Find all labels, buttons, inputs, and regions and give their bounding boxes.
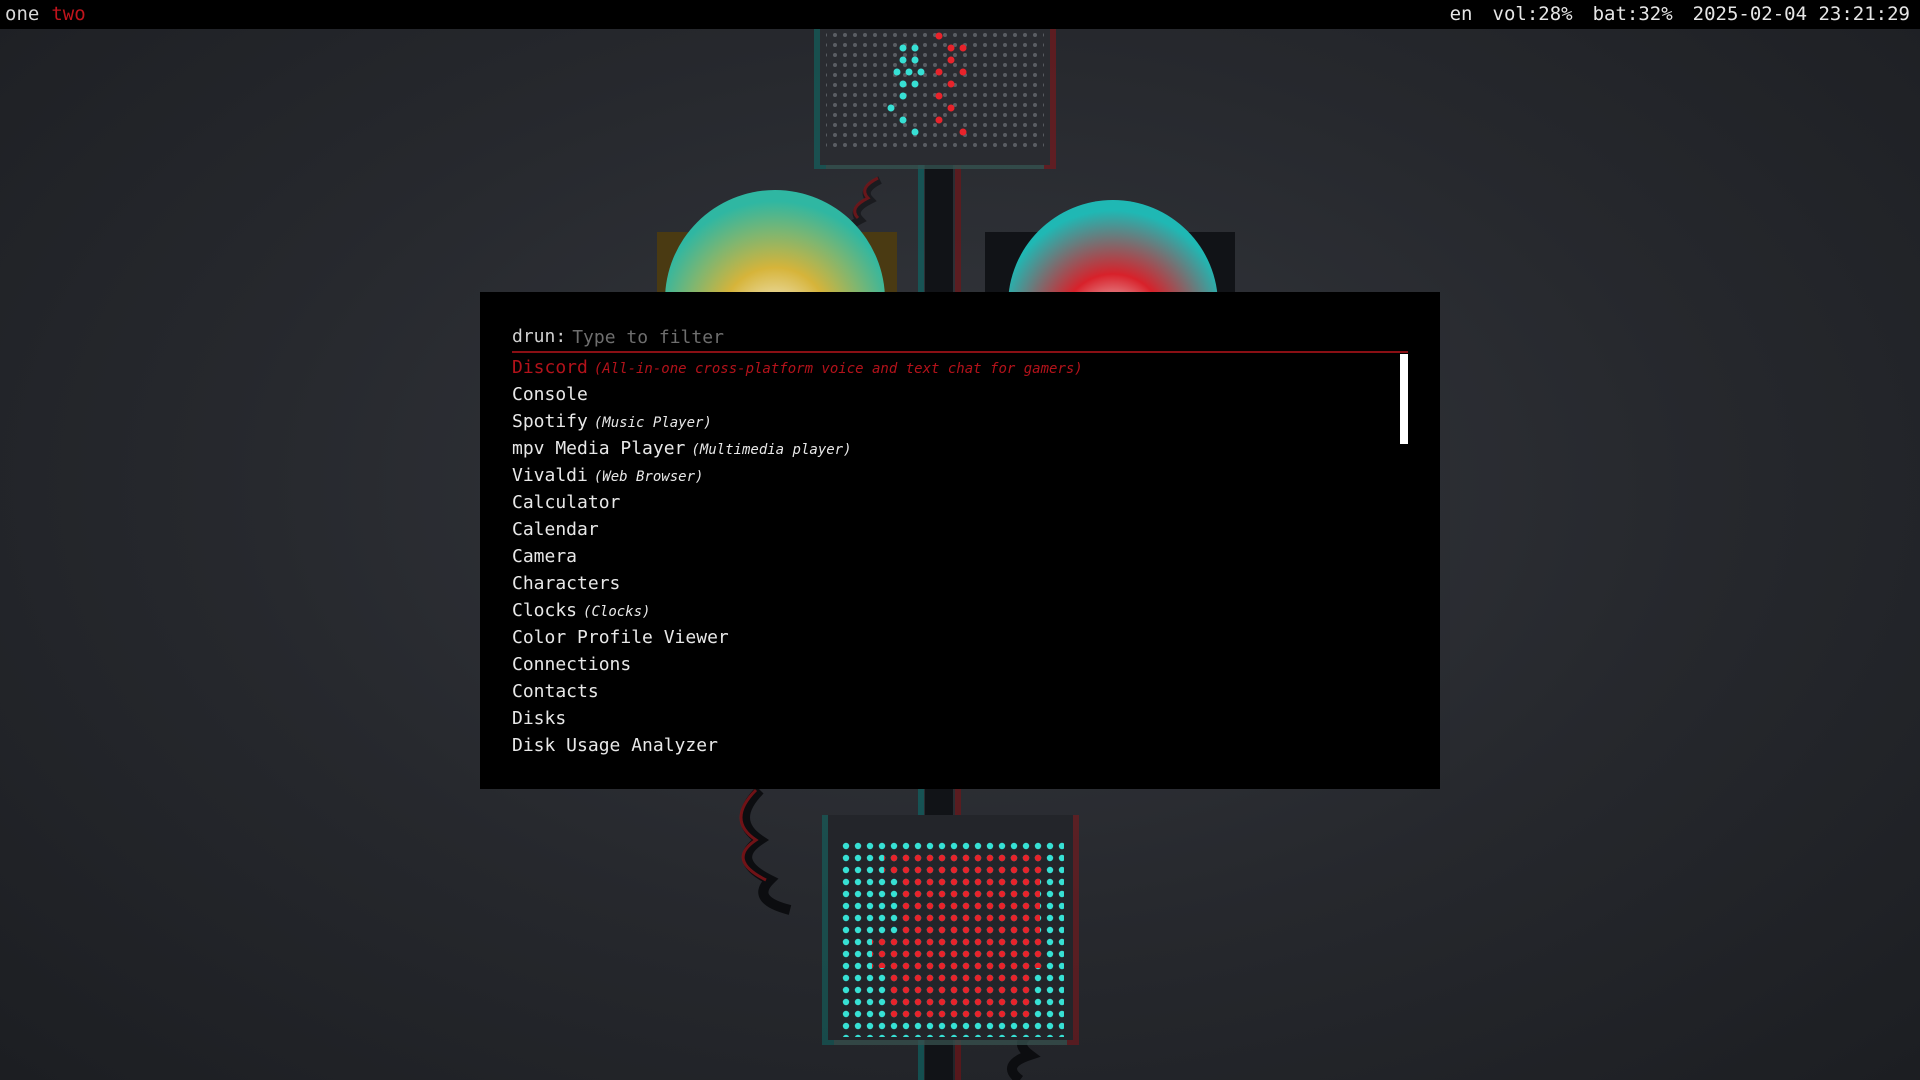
filter-input[interactable] [572,322,1408,352]
scrollbar-thumb[interactable] [1400,354,1408,444]
app-description: (Music Player) [593,415,712,431]
list-item-clocks[interactable]: Clocks (Clocks) [512,597,1382,624]
list-item-calendar[interactable]: Calendar [512,516,1382,543]
list-item-spotify[interactable]: Spotify (Music Player) [512,408,1382,435]
desktop: one two en vol:28% bat:32% 2025-02-04 23… [0,0,1920,1080]
workspace-one[interactable]: one [5,0,39,29]
list-item-camera[interactable]: Camera [512,543,1382,570]
top-bar: one two en vol:28% bat:32% 2025-02-04 23… [0,0,1920,29]
prompt-divider [512,351,1408,353]
app-name: Calculator [512,492,621,513]
app-name: Contacts [512,681,599,702]
list-item-discord[interactable]: Discord (All-in-one cross-platform voice … [512,354,1382,381]
app-description: (All-in-one cross-platform voice and tex… [593,361,1083,377]
app-launcher: drun: Discord (All-in-one cross-platform … [480,292,1440,789]
app-name: Discord [512,357,588,378]
app-name: Vivaldi [512,465,588,486]
app-name: Clocks [512,600,578,621]
battery-indicator: bat:32% [1592,3,1673,25]
workspace-list: one two [5,0,86,29]
app-name: Spotify [512,411,588,432]
app-name: Characters [512,573,621,594]
status-area: en vol:28% bat:32% 2025-02-04 23:21:29 [1450,0,1910,29]
list-item-contacts[interactable]: Contacts [512,678,1382,705]
app-name: Camera [512,546,578,567]
clock: 2025-02-04 23:21:29 [1692,3,1910,25]
app-name: Disk Usage Analyzer [512,735,718,756]
launcher-prompt: drun: [512,322,1408,352]
volume-indicator: vol:28% [1492,3,1573,25]
app-description: (Clocks) [583,604,651,620]
list-item-console[interactable]: Console [512,381,1382,408]
app-name: Calendar [512,519,599,540]
list-item-disk-usage-analyzer[interactable]: Disk Usage Analyzer [512,732,1382,759]
app-list: Discord (All-in-one cross-platform voice … [512,354,1382,759]
app-name: Console [512,384,588,405]
workspace-two[interactable]: two [51,0,85,29]
app-name: Connections [512,654,632,675]
list-item-connections[interactable]: Connections [512,651,1382,678]
list-item-characters[interactable]: Characters [512,570,1382,597]
list-scrollbar[interactable] [1400,354,1408,734]
app-name: Color Profile Viewer [512,627,729,648]
app-description: (Multimedia player) [691,442,852,458]
app-description: (Web Browser) [593,469,704,485]
list-item-color-profile-viewer[interactable]: Color Profile Viewer [512,624,1382,651]
keyboard-layout-indicator: en [1449,3,1473,25]
list-item-disks[interactable]: Disks [512,705,1382,732]
list-item-vivaldi[interactable]: Vivaldi (Web Browser) [512,462,1382,489]
app-name: Disks [512,708,567,729]
list-item-calculator[interactable]: Calculator [512,489,1382,516]
list-item-mpv[interactable]: mpv Media Player (Multimedia player) [512,435,1382,462]
mode-label: drun: [512,326,567,347]
app-name: mpv Media Player [512,438,686,459]
